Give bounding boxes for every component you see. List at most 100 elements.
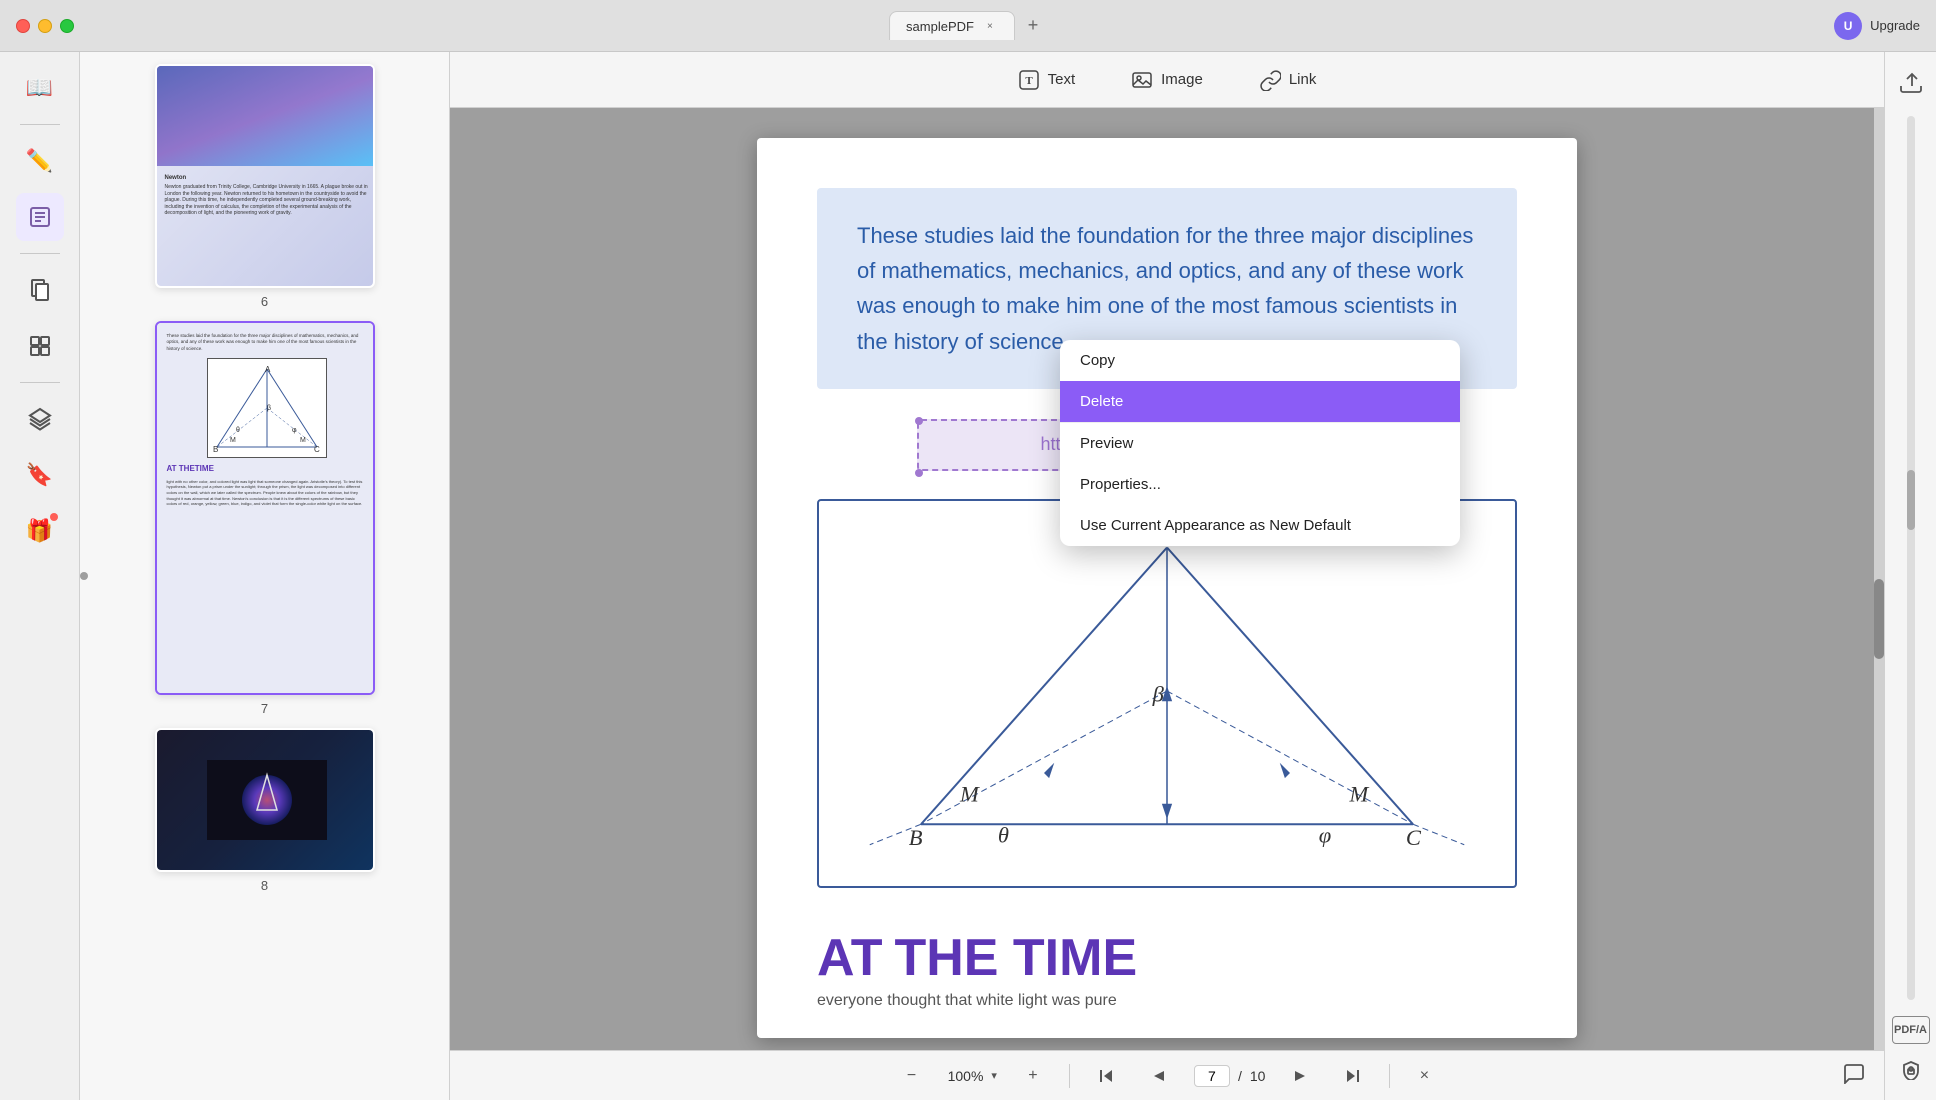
link-tool-icon bbox=[1259, 69, 1281, 91]
image-tool-icon bbox=[1131, 69, 1153, 91]
text-tool[interactable]: T Text bbox=[1006, 63, 1088, 97]
security-icon[interactable] bbox=[1893, 1052, 1929, 1088]
sidebar-pages[interactable] bbox=[16, 266, 64, 314]
thumb-number-8: 8 bbox=[261, 878, 268, 893]
link-tool-label: Link bbox=[1289, 71, 1317, 88]
context-menu-copy[interactable]: Copy bbox=[1060, 340, 1460, 381]
svg-text:B: B bbox=[909, 825, 923, 850]
thetime-text: THE TIME bbox=[894, 928, 1137, 988]
thumb-card-7[interactable]: These studies laid the foundation for th… bbox=[155, 321, 375, 695]
zoom-in-button[interactable]: + bbox=[1017, 1060, 1049, 1092]
tab-close-button[interactable]: × bbox=[982, 18, 998, 34]
page-display: / 10 bbox=[1194, 1065, 1265, 1087]
comment-icon[interactable] bbox=[1842, 1062, 1864, 1090]
context-menu-use-current[interactable]: Use Current Appearance as New Default bbox=[1060, 505, 1460, 546]
upgrade-label: Upgrade bbox=[1870, 18, 1920, 33]
thumbnail-6[interactable]: Newton Newton graduated from Trinity Col… bbox=[92, 64, 437, 309]
pdf-viewport[interactable]: These studies laid the foundation for th… bbox=[450, 108, 1884, 1050]
right-scroll-bar[interactable] bbox=[1907, 116, 1915, 1000]
page-total: 10 bbox=[1250, 1068, 1266, 1084]
thumb-text-6: Newton Newton graduated from Trinity Col… bbox=[157, 166, 375, 225]
thumb-number-6: 6 bbox=[261, 294, 268, 309]
sidebar-reader[interactable]: 📖 bbox=[16, 64, 64, 112]
zoom-level: 100% bbox=[948, 1068, 984, 1084]
zoom-display: 100% ▾ bbox=[948, 1068, 997, 1084]
svg-text:φ: φ bbox=[292, 427, 297, 434]
thumb-card-8[interactable] bbox=[155, 728, 375, 872]
sidebar-annotate[interactable] bbox=[16, 193, 64, 241]
tab-bar: samplePDF × + bbox=[889, 11, 1047, 40]
context-menu-delete[interactable]: Delete bbox=[1060, 381, 1460, 422]
sidebar-edit[interactable]: ✏️ bbox=[16, 137, 64, 185]
maximize-button[interactable] bbox=[60, 19, 74, 33]
diagram-container: A β B C M M θ φ bbox=[817, 499, 1517, 888]
sidebar-gift[interactable]: 🎁 bbox=[16, 507, 64, 555]
subtitle-text: everyone thought that white light was pu… bbox=[817, 992, 1517, 1010]
sidebar-bookmark[interactable]: 🔖 bbox=[16, 451, 64, 499]
svg-text:β: β bbox=[267, 405, 271, 412]
zoom-out-button[interactable]: − bbox=[896, 1060, 928, 1092]
minimize-button[interactable] bbox=[38, 19, 52, 33]
svg-text:M: M bbox=[300, 437, 306, 444]
upgrade-button[interactable]: U Upgrade bbox=[1834, 12, 1920, 40]
first-page-button[interactable] bbox=[1090, 1060, 1122, 1092]
divider-1 bbox=[1069, 1064, 1070, 1088]
svg-text:C: C bbox=[314, 445, 320, 452]
thumb-diagram-7: A β B C M M θ φ bbox=[207, 358, 327, 458]
svg-text:φ: φ bbox=[1319, 822, 1331, 847]
tab-samplepdf[interactable]: samplePDF × bbox=[889, 11, 1015, 40]
content-area: T Text Image bbox=[450, 52, 1884, 1100]
next-page-button[interactable] bbox=[1285, 1060, 1317, 1092]
prev-page-button[interactable] bbox=[1142, 1060, 1174, 1092]
gift-badge bbox=[50, 513, 58, 521]
close-toolbar-button[interactable]: × bbox=[1410, 1062, 1438, 1090]
new-tab-button[interactable]: + bbox=[1019, 12, 1047, 40]
page-input[interactable] bbox=[1194, 1065, 1230, 1087]
thumbnail-panel[interactable]: Newton Newton graduated from Trinity Col… bbox=[80, 52, 450, 1100]
last-page-button[interactable] bbox=[1337, 1060, 1369, 1092]
zoom-dropdown-icon[interactable]: ▾ bbox=[991, 1069, 997, 1082]
at-thetime-section: AT THE TIME bbox=[817, 908, 1517, 988]
export-icon[interactable] bbox=[1893, 64, 1929, 100]
page-separator: / bbox=[1238, 1068, 1242, 1084]
sidebar-organize[interactable] bbox=[16, 322, 64, 370]
vertical-scrollbar[interactable] bbox=[1874, 108, 1884, 1050]
user-avatar: U bbox=[1834, 12, 1862, 40]
divider-2 bbox=[1389, 1064, 1390, 1088]
tab-title: samplePDF bbox=[906, 19, 974, 34]
pdf-page: These studies laid the foundation for th… bbox=[757, 138, 1577, 1038]
pdfa-icon[interactable]: PDF/A bbox=[1892, 1016, 1930, 1044]
sidebar-layers[interactable] bbox=[16, 395, 64, 443]
svg-text:β: β bbox=[1152, 681, 1165, 706]
link-tool[interactable]: Link bbox=[1247, 63, 1329, 97]
svg-text:θ: θ bbox=[998, 822, 1009, 847]
page-paragraph: These studies laid the foundation for th… bbox=[857, 218, 1477, 359]
thumb-preview-6: Newton Newton graduated from Trinity Col… bbox=[157, 66, 375, 286]
at-text: AT bbox=[817, 928, 882, 988]
svg-text:M: M bbox=[230, 437, 236, 444]
thumbnail-8[interactable]: 8 bbox=[92, 728, 437, 893]
thumbnail-7[interactable]: These studies laid the foundation for th… bbox=[92, 321, 437, 716]
context-menu-preview[interactable]: Preview bbox=[1060, 423, 1460, 464]
thumb-top-image-6 bbox=[157, 66, 375, 166]
thumb-text-top-7: These studies laid the foundation for th… bbox=[167, 333, 367, 352]
svg-text:M: M bbox=[1348, 781, 1369, 806]
titlebar: samplePDF × + U Upgrade bbox=[0, 0, 1936, 52]
image-tool[interactable]: Image bbox=[1119, 63, 1215, 97]
main-layout: 📖 ✏️ bbox=[0, 52, 1936, 1100]
svg-text:T: T bbox=[1025, 75, 1033, 87]
right-scroll-thumb[interactable] bbox=[1907, 470, 1915, 530]
left-sidebar: 📖 ✏️ bbox=[0, 52, 80, 1100]
thumb-preview-7: These studies laid the foundation for th… bbox=[157, 323, 375, 693]
sidebar-divider-3 bbox=[20, 382, 60, 383]
close-button[interactable] bbox=[16, 19, 30, 33]
right-sidebar: PDF/A bbox=[1884, 52, 1936, 1100]
text-tool-label: Text bbox=[1048, 71, 1076, 88]
thumb-card-6[interactable]: Newton Newton graduated from Trinity Col… bbox=[155, 64, 375, 288]
thumb-body-7: light with no other color, and colored l… bbox=[167, 479, 367, 507]
context-menu-properties[interactable]: Properties... bbox=[1060, 464, 1460, 505]
image-tool-label: Image bbox=[1161, 71, 1203, 88]
svg-text:M: M bbox=[959, 781, 980, 806]
svg-text:C: C bbox=[1406, 825, 1422, 850]
scroll-thumb[interactable] bbox=[1874, 579, 1884, 659]
